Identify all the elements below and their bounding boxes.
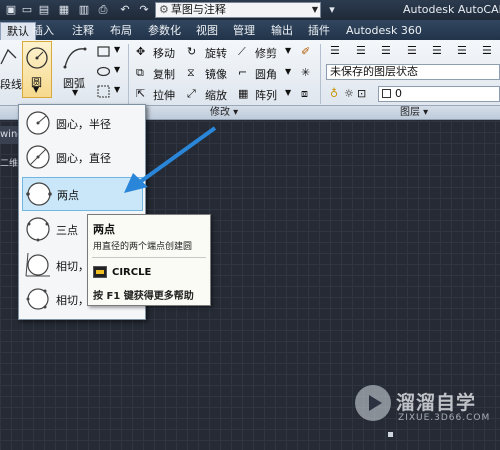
command-line-icon	[93, 266, 107, 278]
command-tooltip: 两点 用直径的两个端点创建圆 CIRCLE 按 F1 键获得更多帮助	[87, 214, 211, 306]
play-icon	[369, 395, 382, 411]
tooltip-help: 按 F1 键获得更多帮助	[93, 291, 194, 302]
annotation-arrow	[124, 126, 217, 193]
tooltip-divider	[92, 257, 206, 258]
tooltip-description: 用直径的两个端点创建圆	[93, 242, 193, 252]
tooltip-command: CIRCLE	[112, 267, 152, 278]
drawing-marker	[388, 432, 393, 437]
watermark-logo-icon	[355, 385, 391, 421]
watermark-text: 溜溜自学	[396, 392, 477, 414]
tooltip-title: 两点	[93, 223, 115, 236]
watermark-url: ZIXUE.3D66.COM	[398, 413, 491, 423]
